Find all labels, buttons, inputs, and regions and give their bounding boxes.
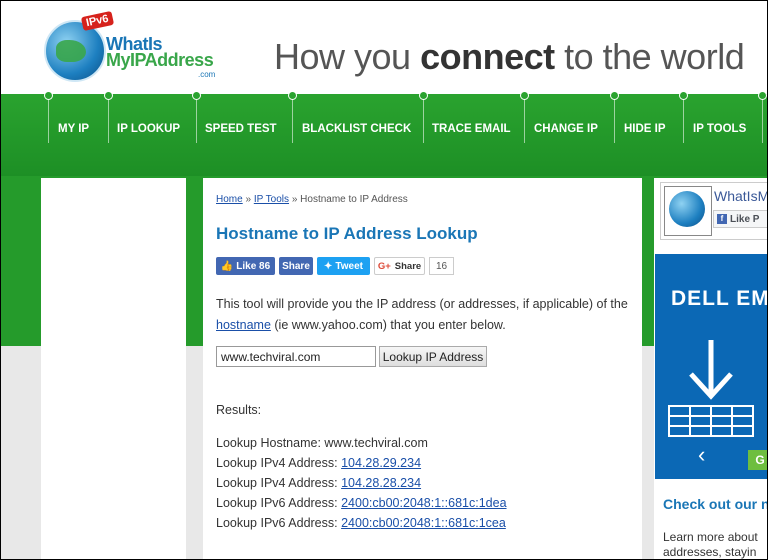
ad-go-button[interactable]: G	[748, 450, 768, 470]
result-ip-link[interactable]: 104.28.28.234	[341, 476, 421, 490]
nav-divider	[48, 95, 49, 143]
result-row: Lookup IPv6 Address: 2400:cb00:2048:1::6…	[216, 496, 507, 510]
intro-text-pre: This tool will provide you the IP addres…	[216, 297, 628, 311]
nav-item-ip-tools[interactable]: IP TOOLS	[693, 123, 746, 135]
nav-item-my-ip[interactable]: MY IP	[58, 123, 89, 135]
facebook-page-name[interactable]: WhatIsM	[714, 188, 768, 204]
result-row: Lookup IPv4 Address: 104.28.29.234	[216, 456, 421, 470]
result-label: Lookup IPv6 Address:	[216, 516, 342, 530]
nav-divider	[614, 95, 615, 143]
nav-item-speed-test[interactable]: SPEED TEST	[205, 123, 277, 135]
hostname-input[interactable]	[216, 346, 376, 367]
like-label: Like 86	[236, 260, 271, 272]
nav-dot-icon	[44, 91, 53, 100]
site-tagline: How you connect to the world	[274, 36, 745, 78]
nav-dot-icon	[610, 91, 619, 100]
share-count: 16	[429, 257, 454, 275]
globe-icon	[44, 20, 106, 82]
left-sidebar	[41, 178, 186, 560]
thumbs-up-icon: 👍	[220, 260, 234, 272]
tweet-label: Tweet	[335, 260, 363, 272]
breadcrumb: Home » IP Tools » Hostname to IP Address	[216, 194, 408, 205]
nav-divider	[524, 95, 525, 143]
learn-more-text: Learn more about addresses, stayin	[663, 530, 768, 560]
nav-divider	[762, 95, 763, 143]
nav-dot-icon	[192, 91, 201, 100]
ipv6-badge: IPv6	[80, 10, 114, 32]
nav-dot-icon	[419, 91, 428, 100]
google-share-button[interactable]: G+ Share	[374, 257, 425, 275]
nav-item-blacklist-check[interactable]: BLACKLIST CHECK	[302, 123, 411, 135]
facebook-page-widget: WhatIsM f Like P	[660, 182, 768, 240]
download-server-icon	[668, 340, 754, 437]
gshare-label: Share	[394, 260, 422, 272]
nav-divider	[683, 95, 684, 143]
breadcrumb-separator: »	[245, 194, 252, 205]
breadcrumb-home[interactable]: Home	[216, 194, 243, 205]
results-label: Results:	[216, 403, 262, 417]
main-nav	[0, 94, 768, 176]
result-ip-link[interactable]: 2400:cb00:2048:1::681c:1cea	[341, 516, 506, 530]
result-ip-link[interactable]: 104.28.29.234	[341, 456, 421, 470]
nav-item-ip-lookup[interactable]: IP LOOKUP	[117, 123, 180, 135]
lookup-ip-button[interactable]: Lookup IP Address	[379, 346, 487, 367]
site-header: IPv6 WhatIs MyIPAddress .com How you con…	[0, 0, 768, 94]
check-out-heading[interactable]: Check out our n	[663, 496, 768, 512]
facebook-page-like-button[interactable]: f Like P	[713, 210, 768, 228]
google-plus-icon: G+	[377, 260, 391, 272]
nav-divider	[196, 95, 197, 143]
nav-divider	[292, 95, 293, 143]
learn-more-line1: Learn more about	[663, 530, 758, 544]
nav-dot-icon	[104, 91, 113, 100]
nav-item-trace-email[interactable]: TRACE EMAIL	[432, 123, 511, 135]
nav-dot-icon	[679, 91, 688, 100]
page-title: Hostname to IP Address Lookup	[216, 224, 478, 243]
nav-item-change-ip[interactable]: CHANGE IP	[534, 123, 598, 135]
tagline-post: to the world	[554, 36, 745, 77]
intro-text-post: (ie www.yahoo.com) that you enter below.	[270, 318, 506, 332]
result-label: Lookup IPv6 Address:	[216, 496, 342, 510]
tweet-button[interactable]: ✦ Tweet	[317, 257, 370, 275]
result-label: Lookup IPv4 Address:	[216, 456, 342, 470]
nav-dot-icon	[758, 91, 767, 100]
logo-domain: .com	[198, 70, 216, 79]
globe-icon	[669, 191, 705, 227]
facebook-like-button[interactable]: 👍 Like 86	[216, 257, 275, 275]
tagline-pre: How you	[274, 36, 421, 77]
facebook-page-thumbnail[interactable]	[664, 186, 712, 236]
facebook-share-button[interactable]: Share	[279, 257, 313, 275]
result-label: Lookup IPv4 Address:	[216, 476, 342, 490]
result-ip-link[interactable]: 2400:cb00:2048:1::681c:1dea	[341, 496, 506, 510]
breadcrumb-current: Hostname to IP Address	[300, 194, 408, 205]
result-row: Lookup IPv6 Address: 2400:cb00:2048:1::6…	[216, 516, 506, 530]
result-row: Lookup IPv4 Address: 104.28.28.234	[216, 476, 421, 490]
breadcrumb-separator: »	[291, 194, 298, 205]
learn-more-line2: addresses, stayin	[663, 545, 757, 559]
nav-dot-icon	[288, 91, 297, 100]
nav-item-hide-ip[interactable]: HIDE IP	[624, 123, 666, 135]
hostname-link[interactable]: hostname	[216, 318, 271, 332]
nav-dot-icon	[520, 91, 529, 100]
facebook-icon: f	[717, 214, 727, 224]
breadcrumb-ip-tools[interactable]: IP Tools	[254, 194, 289, 205]
dell-emc-ad[interactable]: DELL EM ‹ G	[655, 254, 768, 479]
site-logo[interactable]: IPv6 WhatIs MyIPAddress .com	[44, 10, 224, 82]
fb-like-label: Like P	[730, 213, 760, 225]
nav-divider	[108, 95, 109, 143]
result-hostname: Lookup Hostname: www.techviral.com	[216, 436, 428, 450]
chevron-left-icon[interactable]: ‹	[698, 442, 705, 468]
intro-text: This tool will provide you the IP addres…	[216, 294, 636, 336]
twitter-bird-icon: ✦	[324, 260, 333, 272]
tagline-bold: connect	[420, 36, 555, 77]
window-border	[0, 0, 768, 1]
window-border	[0, 0, 1, 560]
logo-text-line2: MyIPAddress	[106, 50, 214, 70]
nav-divider	[423, 95, 424, 143]
